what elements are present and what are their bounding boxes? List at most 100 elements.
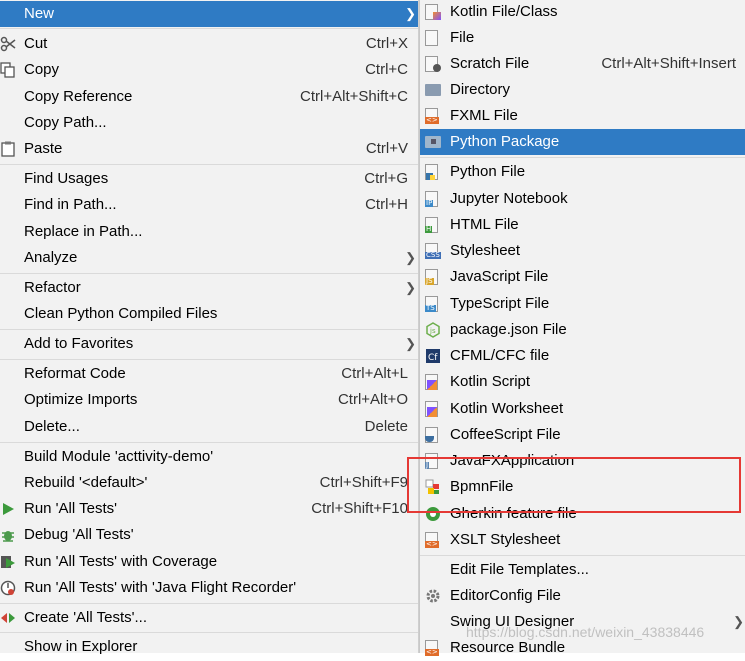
kotlin-file-icon xyxy=(425,4,441,20)
submenu-item-scratch-file[interactable]: Scratch File Ctrl+Alt+Shift+Insert xyxy=(420,51,745,77)
scissors-icon xyxy=(0,36,16,52)
menu-item-label: Create 'All Tests'... xyxy=(24,609,147,626)
submenu-item-stylesheet[interactable]: CSS Stylesheet xyxy=(420,238,745,264)
separator xyxy=(0,359,418,360)
submenu-item-package-json[interactable]: js package.json File xyxy=(420,317,745,343)
submenu-item-label: XSLT Stylesheet xyxy=(450,531,561,548)
submenu-item-kotlin-file-class[interactable]: Kotlin File/Class xyxy=(420,0,745,25)
menu-item-label: Copy Reference xyxy=(24,88,133,105)
submenu-item-coffeescript-file[interactable]: CoffeeScript File xyxy=(420,422,745,448)
menu-item-label: Analyze xyxy=(24,249,78,266)
menu-item-label: Reformat Code xyxy=(24,365,126,382)
menu-item-label: Cut xyxy=(24,35,48,52)
submenu-item-label: Edit File Templates... xyxy=(450,561,589,578)
menu-item-copy[interactable]: Copy Ctrl+C xyxy=(0,57,418,83)
submenu-item-file[interactable]: File xyxy=(420,25,745,51)
submenu-item-python-file[interactable]: Python File xyxy=(420,159,745,185)
shortcut: Ctrl+H xyxy=(365,196,408,213)
xslt-icon: <> xyxy=(425,532,441,548)
shortcut: Ctrl+Alt+L xyxy=(341,365,408,382)
chevron-right-icon: ❯ xyxy=(405,336,416,351)
run-icon xyxy=(3,503,14,515)
menu-item-label: Copy xyxy=(24,61,60,78)
scratch-file-icon xyxy=(425,56,441,72)
submenu-item-edit-file-templates[interactable]: Edit File Templates... xyxy=(420,557,745,583)
submenu-item-kotlin-worksheet[interactable]: Kotlin Worksheet xyxy=(420,396,745,422)
menu-item-reformat-code[interactable]: Reformat Code Ctrl+Alt+L xyxy=(0,361,418,387)
submenu-item-kotlin-script[interactable]: Kotlin Script xyxy=(420,369,745,395)
menu-item-analyze[interactable]: Analyze ❯ xyxy=(0,245,418,271)
menu-item-copy-reference[interactable]: Copy Reference Ctrl+Alt+Shift+C xyxy=(0,84,418,110)
menu-item-label: Replace in Path... xyxy=(24,223,143,240)
submenu-item-javascript-file[interactable]: JS JavaScript File xyxy=(420,264,745,290)
js-file-icon: JS xyxy=(425,269,441,285)
menu-item-delete[interactable]: Delete... Delete xyxy=(0,414,418,440)
menu-item-label: Optimize Imports xyxy=(24,391,138,408)
menu-item-copy-path[interactable]: Copy Path... xyxy=(0,110,418,136)
menu-item-paste[interactable]: Paste Ctrl+V xyxy=(0,136,418,162)
menu-item-label: Run 'All Tests' xyxy=(24,500,117,517)
coverage-icon xyxy=(1,556,15,568)
submenu-item-label: EditorConfig File xyxy=(450,587,561,604)
kotlin-worksheet-icon xyxy=(425,401,441,417)
nodejs-icon: js xyxy=(426,322,440,338)
menu-item-refactor[interactable]: Refactor ❯ xyxy=(0,275,418,301)
menu-item-label: Copy Path... xyxy=(24,114,107,131)
menu-item-label: Run 'All Tests' with 'Java Flight Record… xyxy=(24,579,297,596)
menu-item-run-with-jfr[interactable]: Run 'All Tests' with 'Java Flight Record… xyxy=(0,575,418,601)
separator xyxy=(0,273,418,274)
menu-item-show-in-explorer[interactable]: Show in Explorer xyxy=(0,634,418,660)
submenu-item-xslt-stylesheet[interactable]: <> XSLT Stylesheet xyxy=(420,527,745,553)
submenu-item-label: Kotlin File/Class xyxy=(450,3,558,20)
svg-text:js: js xyxy=(429,327,436,335)
menu-item-run-with-coverage[interactable]: Run 'All Tests' with Coverage xyxy=(0,549,418,575)
menu-item-run-all-tests[interactable]: Run 'All Tests' Ctrl+Shift+F10 xyxy=(0,496,418,522)
html-file-icon: H xyxy=(425,217,441,233)
menu-item-label: New xyxy=(24,5,55,22)
menu-item-debug-all-tests[interactable]: Debug 'All Tests' xyxy=(0,522,418,548)
menu-item-label: Show in Explorer xyxy=(24,638,138,655)
submenu-item-jupyter-notebook[interactable]: IP Jupyter Notebook xyxy=(420,186,745,212)
menu-item-cut[interactable]: Cut Ctrl+X xyxy=(0,31,418,57)
separator xyxy=(0,603,418,604)
highlight-annotation-box xyxy=(407,457,741,513)
menu-item-clean-python-compiled[interactable]: Clean Python Compiled Files xyxy=(0,301,418,327)
submenu-item-label: JavaScript File xyxy=(450,268,549,285)
separator xyxy=(0,329,418,330)
menu-item-optimize-imports[interactable]: Optimize Imports Ctrl+Alt+O xyxy=(0,387,418,413)
menu-item-replace-in-path[interactable]: Replace in Path... xyxy=(0,219,418,245)
menu-item-rebuild[interactable]: Rebuild '<default>' Ctrl+Shift+F9 xyxy=(0,470,418,496)
separator xyxy=(0,28,418,29)
separator xyxy=(420,555,745,556)
submenu-item-python-package[interactable]: Python Package xyxy=(420,129,745,155)
menu-item-new[interactable]: New ❯ xyxy=(0,1,418,27)
gear-icon xyxy=(426,589,440,603)
folder-icon xyxy=(425,82,441,98)
menu-item-create-all-tests[interactable]: Create 'All Tests'... xyxy=(0,605,418,631)
submenu-item-label: Kotlin Worksheet xyxy=(450,400,564,417)
submenu-item-cfml-cfc[interactable]: Cf CFML/CFC file xyxy=(420,343,745,369)
submenu-item-typescript-file[interactable]: TS TypeScript File xyxy=(420,291,745,317)
submenu-item-html-file[interactable]: H HTML File xyxy=(420,212,745,238)
separator xyxy=(0,632,418,633)
menu-item-label: Paste xyxy=(24,140,63,157)
shortcut: Delete xyxy=(364,418,408,435)
separator xyxy=(0,442,418,443)
menu-item-find-usages[interactable]: Find Usages Ctrl+G xyxy=(0,166,418,192)
shortcut: Ctrl+C xyxy=(365,61,408,78)
chevron-right-icon: ❯ xyxy=(405,280,416,295)
submenu-item-editorconfig-file[interactable]: EditorConfig File xyxy=(420,583,745,609)
cfml-icon: Cf xyxy=(426,349,440,363)
menu-item-build-module[interactable]: Build Module 'acttivity-demo' xyxy=(0,444,418,470)
menu-item-add-to-favorites[interactable]: Add to Favorites ❯ xyxy=(0,331,418,357)
menu-item-label: Refactor xyxy=(24,279,81,296)
submenu-item-label: Python File xyxy=(450,163,526,180)
submenu-item-label: File xyxy=(450,29,475,46)
menu-item-find-in-path[interactable]: Find in Path... Ctrl+H xyxy=(0,192,418,218)
shortcut: Ctrl+X xyxy=(365,35,408,52)
submenu-item-directory[interactable]: Directory xyxy=(420,77,745,103)
jupyter-icon: IP xyxy=(425,191,441,207)
ts-file-icon: TS xyxy=(425,296,441,312)
submenu-item-fxml-file[interactable]: <> FXML File xyxy=(420,103,745,129)
watermark: https://blog.csdn.net/weixin_43838446 xyxy=(466,624,705,640)
